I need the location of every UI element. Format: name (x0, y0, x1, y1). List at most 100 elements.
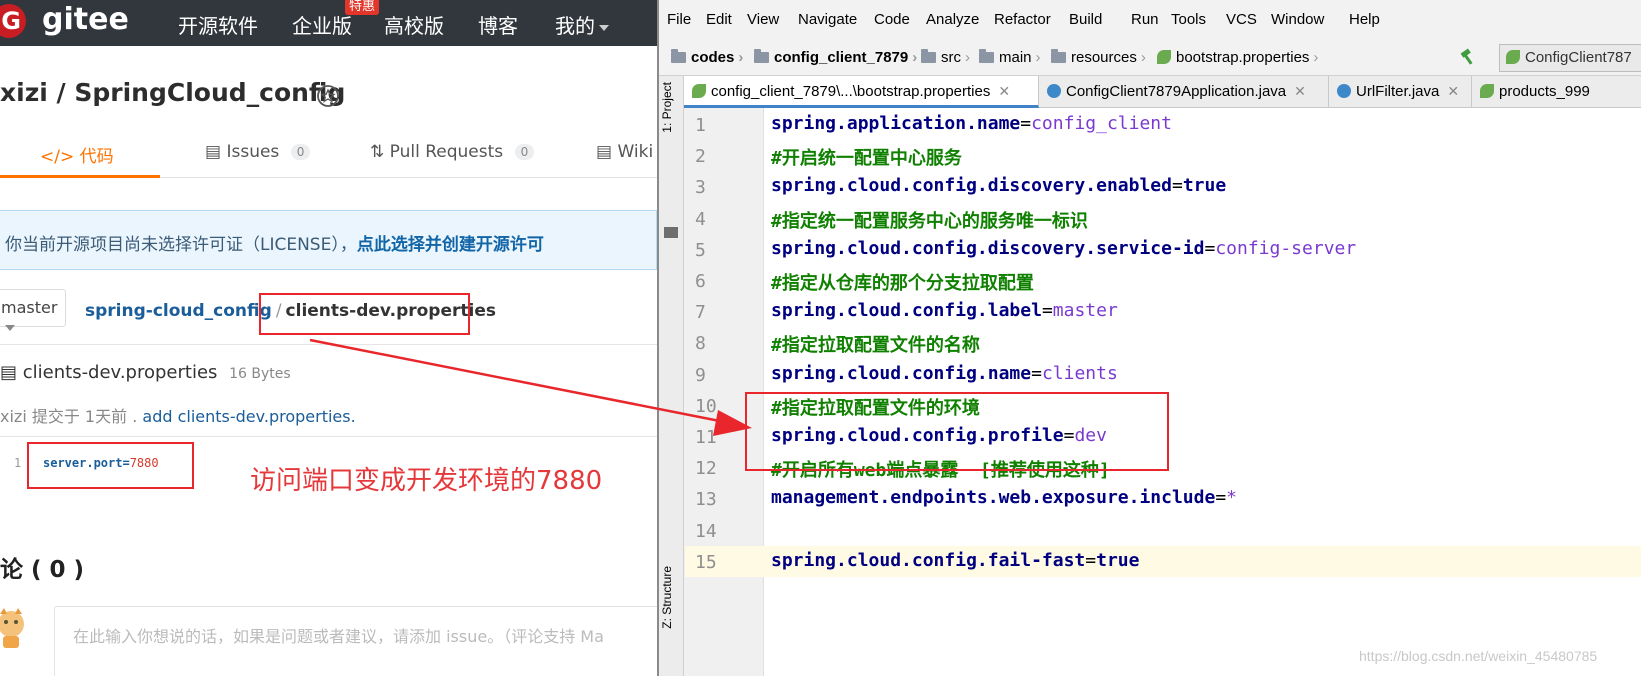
comment-text: #指定统一配置服务中心的服务唯一标识 (771, 210, 1088, 232)
property-value: true (1096, 549, 1140, 571)
crumb-main[interactable]: main › (979, 49, 1045, 66)
equals-sign: = (1020, 113, 1032, 134)
property-key: spring.cloud.config.name (771, 362, 1032, 384)
tab-wiki[interactable]: ▤ Wiki (596, 142, 653, 162)
code-line: 15 spring.cloud.config.fail-fast=true (685, 545, 1641, 577)
gitee-logo-icon[interactable]: G (0, 4, 26, 38)
run-configuration-select[interactable]: ConfigClient787 (1499, 44, 1641, 72)
file-name: clients-dev.properties (22, 362, 218, 383)
tab-pull-requests[interactable]: ⇅ Pull Requests 0 (370, 142, 535, 162)
menu-view[interactable]: View (747, 11, 779, 28)
nav-open-source[interactable]: 开源软件 (178, 10, 258, 39)
menu-file[interactable]: File (667, 11, 691, 28)
property-key: spring.application.name (771, 113, 1021, 134)
folder-icon (1051, 49, 1066, 63)
line-text: spring.cloud.config.discovery.service-id… (771, 238, 1356, 259)
tab-code[interactable]: </> 代码 (40, 142, 114, 167)
tab-issues-label: Issues (226, 142, 280, 162)
highlight-box-file-path (259, 293, 470, 335)
tab-code-label: 代码 (79, 147, 114, 167)
build-hammer-icon[interactable] (1459, 48, 1477, 66)
close-icon[interactable]: ✕ (1294, 83, 1306, 99)
crumb-module[interactable]: config_client_7879 › (754, 49, 921, 66)
close-icon[interactable]: ✕ (1447, 83, 1459, 99)
menu-code[interactable]: Code (874, 11, 910, 28)
menu-analyze[interactable]: Analyze (926, 11, 979, 28)
license-notice-message: 你当前开源项目尚未选择许可证（LICENSE）， (5, 235, 357, 255)
crumb-file[interactable]: bootstrap.properties › (1157, 49, 1322, 66)
menu-window[interactable]: Window (1271, 11, 1324, 28)
folder-icon (921, 49, 936, 63)
menu-vcs[interactable]: VCS (1226, 11, 1257, 28)
property-value: true (1182, 175, 1227, 197)
crumb-resources[interactable]: resources › (1051, 49, 1150, 66)
highlight-box-profile (745, 392, 1169, 471)
tab-issues[interactable]: ▤ Issues 0 (205, 142, 311, 162)
line-number: 6 (695, 271, 706, 292)
breadcrumb-repo-link[interactable]: spring-cloud_config (85, 301, 272, 321)
equals-sign: = (1041, 300, 1053, 322)
run-configuration-label: ConfigClient787 (1525, 49, 1632, 66)
menu-help[interactable]: Help (1349, 11, 1380, 28)
tab-bootstrap-properties[interactable]: config_client_7879\...\bootstrap.propert… (684, 76, 1039, 108)
menu-refactor[interactable]: Refactor (994, 11, 1051, 28)
file-header: ▤ clients-dev.properties 16 Bytes (0, 362, 291, 383)
tab-products[interactable]: products_999 (1472, 76, 1641, 108)
line-number: 1 (695, 115, 706, 136)
tab-wiki-label: Wiki (617, 142, 654, 162)
crumb-codes[interactable]: codes › (671, 49, 747, 66)
line-text: #指定统一配置服务中心的服务唯一标识 (771, 207, 1088, 233)
tab-urlfilter-label: UrlFilter.java (1356, 83, 1440, 100)
commit-message-link[interactable]: add clients-dev.properties. (142, 407, 355, 426)
crumb-file-label: bootstrap.properties (1176, 49, 1310, 66)
nav-mine[interactable]: 我的 (555, 10, 609, 39)
nav-enterprise[interactable]: 企业版 (292, 10, 352, 39)
menu-run[interactable]: Run (1131, 11, 1159, 28)
tab-configclient-application[interactable]: ConfigClient7879Application.java ✕ (1039, 76, 1329, 108)
watermark: https://blog.csdn.net/weixin_45480785 (1359, 648, 1598, 664)
nav-education[interactable]: 高校版 (384, 10, 444, 39)
code-line: 13 management.endpoints.web.exposure.incl… (685, 483, 1641, 514)
tab-urlfilter[interactable]: UrlFilter.java ✕ (1329, 76, 1472, 108)
commit-author-time: xizi 提交于 1天前 . (0, 407, 138, 426)
close-icon[interactable]: ✕ (998, 83, 1010, 99)
menu-navigate[interactable]: Navigate (798, 11, 857, 28)
nav-blog[interactable]: 博客 (478, 10, 518, 39)
menu-build[interactable]: Build (1069, 11, 1102, 28)
comment-text: #开启统一配置中心服务 (771, 148, 962, 170)
menu-tools[interactable]: Tools (1171, 11, 1206, 28)
project-tool-window-button[interactable]: 1: Project (660, 82, 674, 133)
license-create-link[interactable]: 点此选择并创建开源许可 (357, 235, 544, 255)
comment-input[interactable]: 在此输入你想说的话，如果是问题或者建议，请添加 issue。（评论支持 Ma (54, 606, 657, 676)
equals-sign: = (1215, 487, 1227, 509)
branch-select[interactable]: master (0, 289, 66, 331)
equals-sign: = (1171, 175, 1183, 197)
line-number: 14 (695, 520, 717, 542)
gitee-navbar: G gitee 开源软件 企业版 特惠 高校版 博客 我的 (0, 0, 657, 46)
equals-sign: = (1085, 549, 1097, 571)
gitee-logo-text[interactable]: gitee (42, 2, 129, 37)
structure-tool-window-button[interactable]: Z: Structure (660, 566, 674, 629)
tab-bootstrap-label: config_client_7879\...\bootstrap.propert… (711, 83, 991, 100)
divider (0, 436, 657, 437)
nav-mine-label: 我的 (555, 14, 595, 38)
recommended-badge-icon (317, 85, 339, 107)
code-line: 8 #指定拉取配置文件的名称 (685, 327, 1641, 358)
crumb-resources-label: resources (1071, 49, 1137, 66)
folder-icon (664, 227, 678, 238)
nav-discount-badge: 特惠 (345, 0, 380, 15)
comment-text: #指定拉取配置文件的名称 (771, 335, 980, 357)
annotation-text: 访问端口变成开发环境的7880 (250, 466, 603, 496)
line-number: 10 (695, 395, 717, 417)
crumb-src[interactable]: src › (921, 49, 974, 66)
line-text: spring.application.name=config_client (771, 113, 1172, 134)
repo-title[interactable]: xizi / SpringCloud_config (0, 78, 345, 107)
folder-icon (754, 49, 769, 63)
chevron-right-icon: › (738, 49, 744, 66)
license-notice-text: 你当前开源项目尚未选择许可证（LICENSE），点此选择并创建开源许可 (5, 230, 544, 255)
tab-pull-requests-label: Pull Requests (389, 142, 504, 162)
spring-properties-icon (692, 84, 706, 98)
menu-edit[interactable]: Edit (706, 11, 732, 28)
folder-icon (671, 49, 686, 63)
code-line: 7 spring.cloud.config.label=master (685, 296, 1641, 327)
